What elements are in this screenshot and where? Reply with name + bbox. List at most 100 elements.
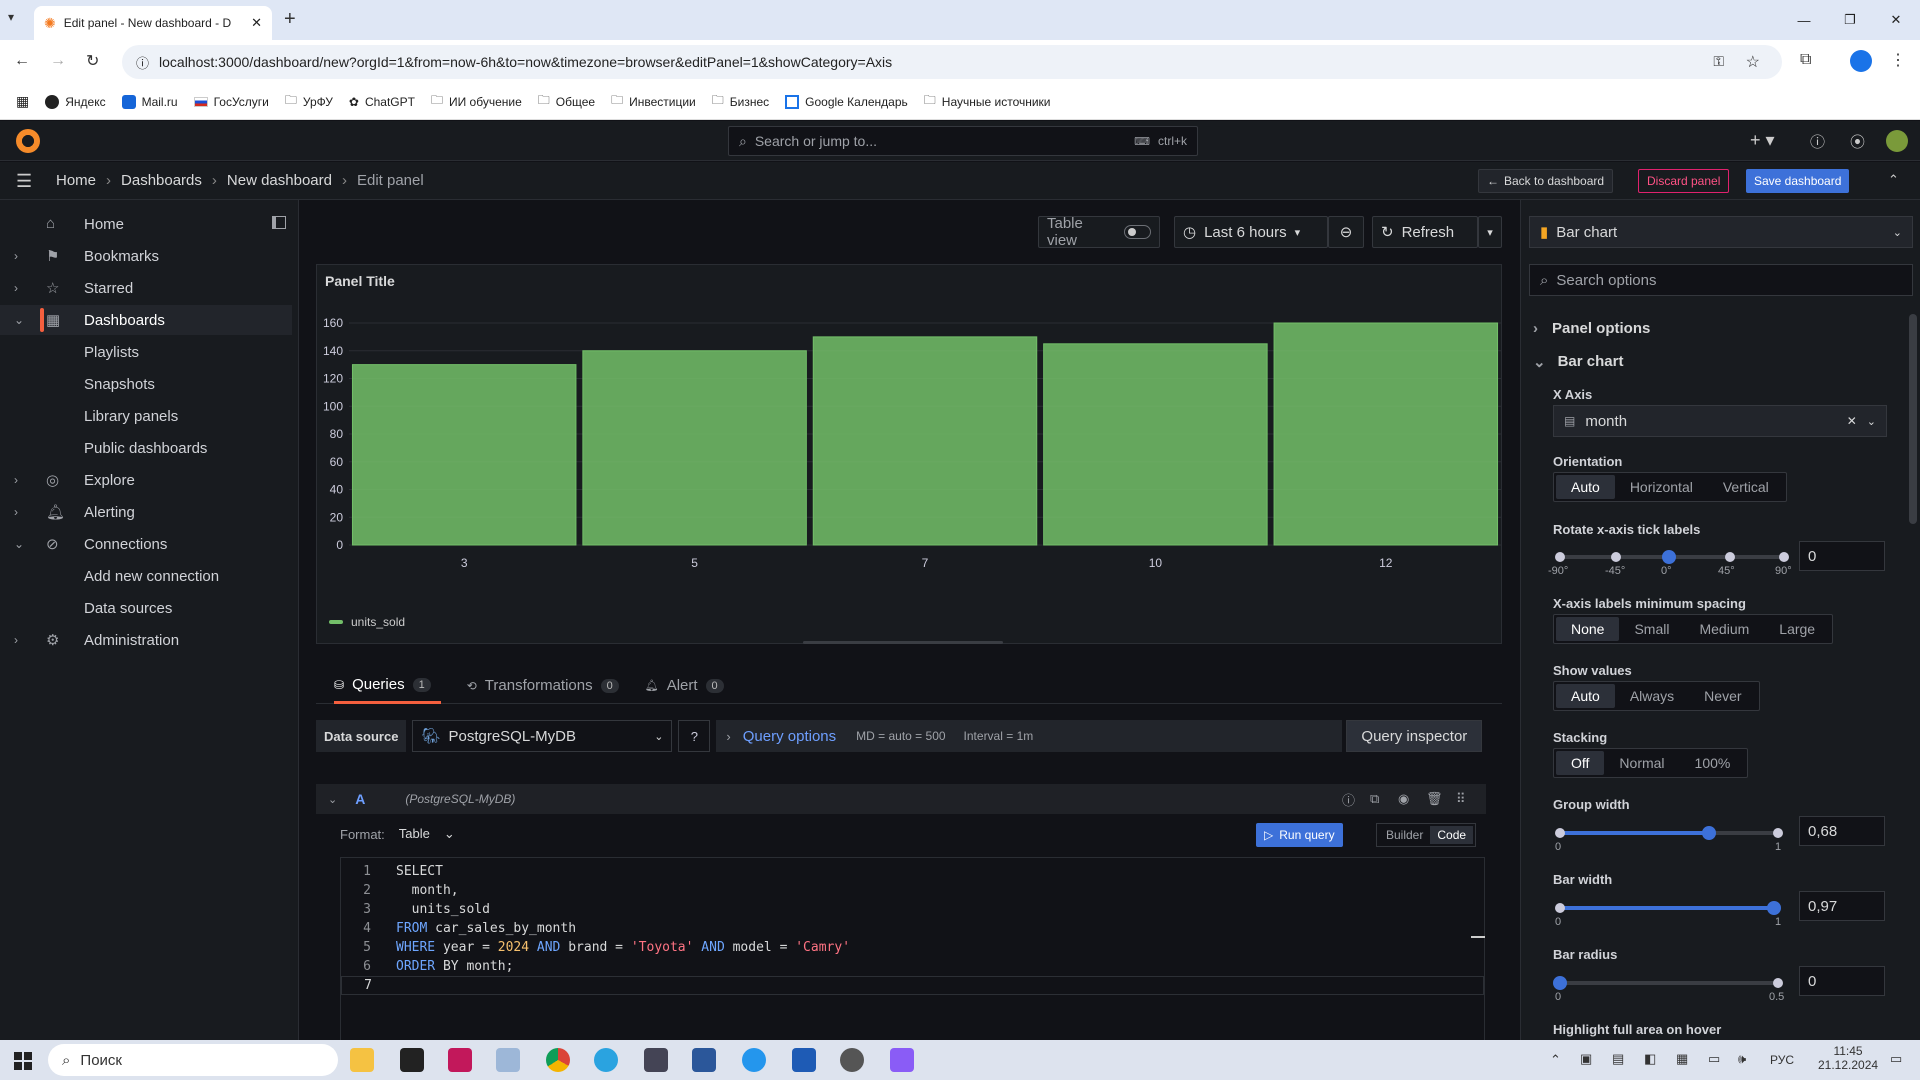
save-dashboard-button[interactable]: Save dashboard — [1746, 169, 1850, 193]
rotate-slider-track[interactable] — [1555, 550, 1789, 564]
stacking-normal[interactable]: Normal — [1604, 751, 1679, 775]
input-language[interactable]: РУС — [1770, 1053, 1794, 1067]
restore-icon[interactable]: ❐ — [1830, 8, 1870, 32]
app-icon[interactable] — [448, 1048, 472, 1072]
options-search-input[interactable]: ⌕ Search options — [1529, 264, 1913, 296]
panel-resize-handle[interactable] — [803, 641, 1003, 644]
telegram-icon[interactable] — [594, 1048, 618, 1072]
tray-app-icon[interactable]: ▤ — [1612, 1051, 1624, 1067]
extensions-icon[interactable]: ⧉ — [1800, 51, 1811, 69]
sidebar-item-alerting[interactable]: › 🔔︎ Alerting — [0, 497, 292, 527]
table-view-toggle[interactable]: Table view — [1038, 215, 1160, 249]
new-plus-icon[interactable]: + ▾ — [1750, 130, 1775, 151]
app-icon[interactable] — [840, 1048, 864, 1072]
chevron-right-icon[interactable]: › — [14, 633, 18, 647]
group-width-slider-track[interactable] — [1555, 826, 1783, 840]
breadcrumb-new-dashboard[interactable]: New dashboard — [227, 172, 332, 189]
bookmark-folder[interactable]: 🗀 Инвестиции — [611, 91, 696, 112]
chevron-right-icon[interactable]: › — [14, 505, 18, 519]
sidebar-item-data-sources[interactable]: Data sources — [0, 593, 292, 623]
time-range-picker[interactable]: ◷ Last 6 hours ▾ — [1174, 216, 1328, 248]
bookmark-folder[interactable]: 🗀 Научные источники — [924, 91, 1051, 112]
rotate-value-input[interactable]: 0 — [1799, 541, 1885, 571]
stacking-off[interactable]: Off — [1556, 751, 1605, 775]
sidebar-item-snapshots[interactable]: Snapshots — [0, 369, 292, 399]
chevron-down-icon[interactable]: ⌄ — [14, 313, 24, 327]
app-icon[interactable] — [644, 1048, 668, 1072]
show-values-never[interactable]: Never — [1689, 684, 1756, 708]
chevron-down-icon[interactable]: ⌄ — [328, 793, 337, 806]
system-clock[interactable]: 11:45 21.12.2024 — [1818, 1044, 1878, 1072]
chart-legend[interactable]: units_sold — [329, 615, 405, 629]
app-icon[interactable] — [400, 1048, 424, 1072]
chevron-right-icon[interactable]: › — [14, 473, 18, 487]
bar-radius-input[interactable]: 0 — [1799, 966, 1885, 996]
group-width-input[interactable]: 0,68 — [1799, 816, 1885, 846]
show-values-always[interactable]: Always — [1615, 684, 1689, 708]
zoom-out-button[interactable]: ⊖ — [1328, 216, 1364, 248]
spacing-small[interactable]: Small — [1619, 617, 1684, 641]
query-inspector-button[interactable]: Query inspector — [1346, 720, 1483, 752]
bookmark-folder[interactable]: 🗀 УрФУ — [285, 91, 333, 112]
bookmark-item[interactable]: Яндекс — [45, 94, 106, 109]
back-icon[interactable]: ← — [14, 52, 30, 70]
query-ref-id[interactable]: A — [355, 791, 365, 807]
format-select[interactable]: Table ⌄ — [399, 826, 455, 842]
forward-icon[interactable]: → — [50, 52, 66, 70]
breadcrumb-dashboards[interactable]: Dashboards — [121, 172, 202, 189]
bar-width-input[interactable]: 0,97 — [1799, 891, 1885, 921]
apps-grid-icon[interactable]: ▦ — [16, 93, 29, 110]
bookmark-item[interactable]: ✿ ChatGPT — [349, 95, 415, 109]
chevron-right-icon[interactable]: › — [14, 249, 18, 263]
app-icon[interactable] — [890, 1048, 914, 1072]
tab-queries[interactable]: ⛁ Queries 1 — [334, 668, 441, 704]
builder-mode-button[interactable]: Builder — [1379, 828, 1430, 842]
volume-icon[interactable]: 🕪︎ — [1738, 1051, 1746, 1067]
bar-width-slider-handle[interactable] — [1767, 901, 1782, 915]
tray-app-icon[interactable]: ◧ — [1644, 1051, 1656, 1067]
duplicate-icon[interactable]: ⧉ — [1370, 791, 1379, 807]
sidebar-item-connections[interactable]: ⌄ ⊘ Connections — [0, 529, 292, 559]
bar-chart-section[interactable]: ⌄ Bar chart — [1533, 353, 1623, 371]
sidebar-item-administration[interactable]: › ⚙ Administration — [0, 625, 292, 655]
spacing-medium[interactable]: Medium — [1684, 617, 1764, 641]
clear-icon[interactable]: ✕ — [1847, 414, 1857, 428]
trash-icon[interactable]: 🗑︎ — [1426, 791, 1443, 807]
toggle-switch[interactable] — [1123, 225, 1151, 239]
password-key-icon[interactable]: ⚿ — [1713, 53, 1724, 70]
sidebar-item-add-new-connection[interactable]: Add new connection — [0, 561, 292, 591]
close-window-icon[interactable]: ✕ — [1876, 8, 1916, 32]
chevron-down-icon[interactable]: ⌄ — [14, 537, 24, 551]
word-icon[interactable] — [692, 1048, 716, 1072]
bookmark-item[interactable]: Google Календарь — [785, 94, 908, 109]
notification-icon[interactable]: ▭ — [1890, 1051, 1902, 1067]
datasource-picker[interactable]: 🐘︎ PostgreSQL-MyDB ⌄ — [412, 720, 673, 752]
query-row-header[interactable]: ⌄ A (PostgreSQL-MyDB) ⓘ ⧉ ◉ 🗑︎ ⠿ — [316, 784, 1486, 814]
taskbar-search[interactable]: ⌕ Поиск — [48, 1044, 338, 1076]
close-tab-icon[interactable]: ✕ — [251, 15, 262, 31]
query-options-bar[interactable]: › Query options MD = auto = 500 Interval… — [716, 720, 1343, 752]
datasource-help-button[interactable]: ? — [678, 720, 711, 752]
breadcrumb-home[interactable]: Home — [56, 172, 96, 189]
browser-menu-icon[interactable]: ⋮ — [1890, 50, 1906, 70]
sidebar-item-public-dashboards[interactable]: Public dashboards — [0, 433, 292, 463]
bookmark-folder[interactable]: 🗀 Бизнес — [712, 91, 769, 112]
collapse-up-icon[interactable]: ⌃ — [1888, 172, 1899, 188]
new-tab-icon[interactable]: + — [284, 8, 296, 31]
app-icon[interactable] — [792, 1048, 816, 1072]
grafana-logo-icon[interactable] — [16, 129, 40, 153]
code-mode-button[interactable]: Code — [1430, 826, 1474, 844]
spacing-large[interactable]: Large — [1764, 617, 1830, 641]
sidebar-item-dashboards[interactable]: ⌄ ▦ Dashboards — [0, 305, 292, 335]
visualization-picker[interactable]: ▮ Bar chart ⌄ — [1529, 216, 1913, 248]
chrome-icon[interactable] — [546, 1048, 570, 1072]
tab-list-chevron-icon[interactable]: ▾ — [8, 10, 14, 24]
sidebar-item-home[interactable]: ⌂ Home — [0, 209, 292, 239]
back-to-dashboard-button[interactable]: ← Back to dashboard — [1478, 169, 1614, 193]
help-icon[interactable]: ⓘ — [1810, 131, 1825, 152]
bookmark-star-icon[interactable]: ☆ — [1746, 52, 1760, 72]
docker-icon[interactable] — [742, 1048, 766, 1072]
sidebar-item-playlists[interactable]: Playlists — [0, 337, 292, 367]
orientation-vertical[interactable]: Vertical — [1708, 475, 1784, 499]
bar-radius-slider-track[interactable] — [1553, 976, 1783, 990]
